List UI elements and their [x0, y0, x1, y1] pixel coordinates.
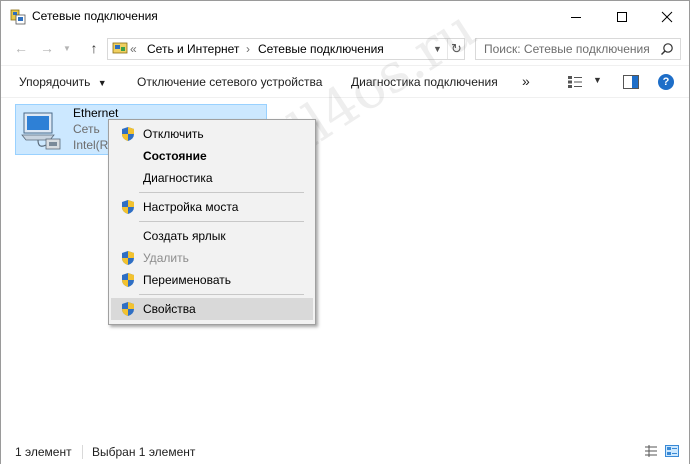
more-commands-button[interactable]: » — [522, 73, 530, 89]
menu-item-label: Диагностика — [143, 171, 213, 185]
up-button[interactable]: ↑ — [83, 38, 105, 58]
uac-shield-icon — [122, 200, 134, 214]
forward-button[interactable]: → — [36, 38, 58, 58]
back-button[interactable]: ← — [10, 38, 32, 58]
minimize-button[interactable] — [553, 1, 599, 32]
menu-item-label: Удалить — [143, 251, 189, 265]
menu-item-diagnostics[interactable]: Диагностика — [111, 167, 313, 189]
menu-separator — [139, 192, 304, 193]
close-button[interactable] — [644, 1, 690, 32]
uac-shield-icon — [122, 127, 134, 141]
address-dropdown-button[interactable]: ▼ — [429, 39, 446, 59]
organize-button[interactable]: Упорядочить ▼ — [19, 75, 107, 89]
menu-item-delete[interactable]: Удалить — [111, 247, 313, 269]
diagnose-connection-button[interactable]: Диагностика подключения — [351, 75, 498, 89]
maximize-button[interactable] — [599, 1, 645, 32]
menu-item-label: Настройка моста — [143, 200, 239, 214]
uac-shield-icon — [122, 273, 134, 287]
menu-item-rename[interactable]: Переименовать — [111, 269, 313, 291]
menu-separator — [139, 221, 304, 222]
details-view-icon[interactable] — [644, 445, 658, 457]
chevron-down-icon: ▼ — [97, 78, 107, 88]
search-placeholder: Поиск: Сетевые подключения — [484, 42, 650, 56]
arrow-up-icon: ↑ — [90, 40, 98, 56]
organize-label: Упорядочить — [19, 75, 91, 89]
menu-item-create-shortcut[interactable]: Создать ярлык — [111, 225, 313, 247]
menu-item-label: Переименовать — [143, 273, 231, 287]
connection-status: Сеть — [73, 122, 100, 136]
title-bar: Сетевые подключения — [1, 1, 689, 32]
command-bar: Упорядочить ▼ Отключение сетевого устрой… — [1, 65, 689, 98]
network-adapter-icon — [21, 112, 61, 150]
uac-shield-icon — [122, 302, 134, 316]
help-icon[interactable]: ? — [658, 74, 674, 90]
menu-item-label: Состояние — [143, 149, 207, 163]
connection-adapter: Intel(R — [73, 138, 109, 152]
chevron-down-icon: ▼ — [433, 44, 442, 54]
minimize-icon — [571, 16, 581, 18]
refresh-button[interactable]: ↻ — [447, 39, 465, 59]
menu-item-status[interactable]: Состояние — [111, 145, 313, 167]
close-icon — [661, 11, 673, 22]
refresh-icon: ↻ — [451, 41, 462, 56]
disable-device-button[interactable]: Отключение сетевого устройства — [137, 75, 322, 89]
chevron-down-icon: ▼ — [63, 43, 71, 53]
maximize-icon — [617, 11, 627, 22]
file-list: Ethernet Сеть Intel(R — [1, 99, 689, 436]
navigation-bar: ← → ▼ ↑ « Сеть и Интернет › Сетевые подк… — [1, 32, 689, 64]
menu-item-label: Отключить — [143, 127, 204, 141]
recent-locations-button[interactable]: ▼ — [60, 38, 74, 58]
selected-count: Выбран 1 элемент — [92, 445, 196, 459]
control-panel-icon — [112, 42, 128, 54]
status-bar: 1 элемент Выбран 1 элемент — [1, 439, 689, 464]
view-dropdown-button[interactable]: ▼ — [593, 75, 602, 85]
menu-item-properties[interactable]: Свойства — [111, 298, 313, 320]
breadcrumb-separator: › — [246, 42, 250, 56]
connection-name: Ethernet — [73, 106, 119, 120]
menu-item-label: Свойства — [143, 302, 196, 316]
arrow-right-icon: → — [40, 40, 54, 56]
menu-item-bridge[interactable]: Настройка моста — [111, 196, 313, 218]
uac-shield-icon — [122, 251, 134, 265]
status-divider — [82, 445, 83, 459]
explorer-window: Сетевые подключения ← → ▼ ↑ « Сеть и Инт… — [0, 0, 690, 464]
breadcrumb-network-internet[interactable]: Сеть и Интернет — [147, 42, 239, 56]
menu-separator — [139, 294, 304, 295]
tiles-view-icon[interactable] — [665, 445, 679, 457]
context-menu: Отключить Состояние Диагностика Настройк… — [108, 119, 316, 325]
menu-item-label: Создать ярлык — [143, 229, 226, 243]
search-icon — [661, 43, 673, 55]
menu-item-disable[interactable]: Отключить — [111, 123, 313, 145]
breadcrumb-network-connections[interactable]: Сетевые подключения — [258, 42, 384, 56]
breadcrumb-overflow[interactable]: « — [130, 42, 137, 56]
window-title: Сетевые подключения — [32, 9, 158, 23]
item-count: 1 элемент — [15, 445, 72, 459]
address-bar[interactable]: « Сеть и Интернет › Сетевые подключения … — [107, 38, 465, 60]
preview-pane-icon[interactable] — [623, 75, 639, 89]
arrow-left-icon: ← — [14, 40, 28, 56]
search-input[interactable]: Поиск: Сетевые подключения — [475, 38, 681, 60]
network-connections-icon — [10, 9, 26, 25]
view-options-icon[interactable] — [567, 75, 583, 89]
chevron-down-icon: ▼ — [593, 75, 602, 85]
